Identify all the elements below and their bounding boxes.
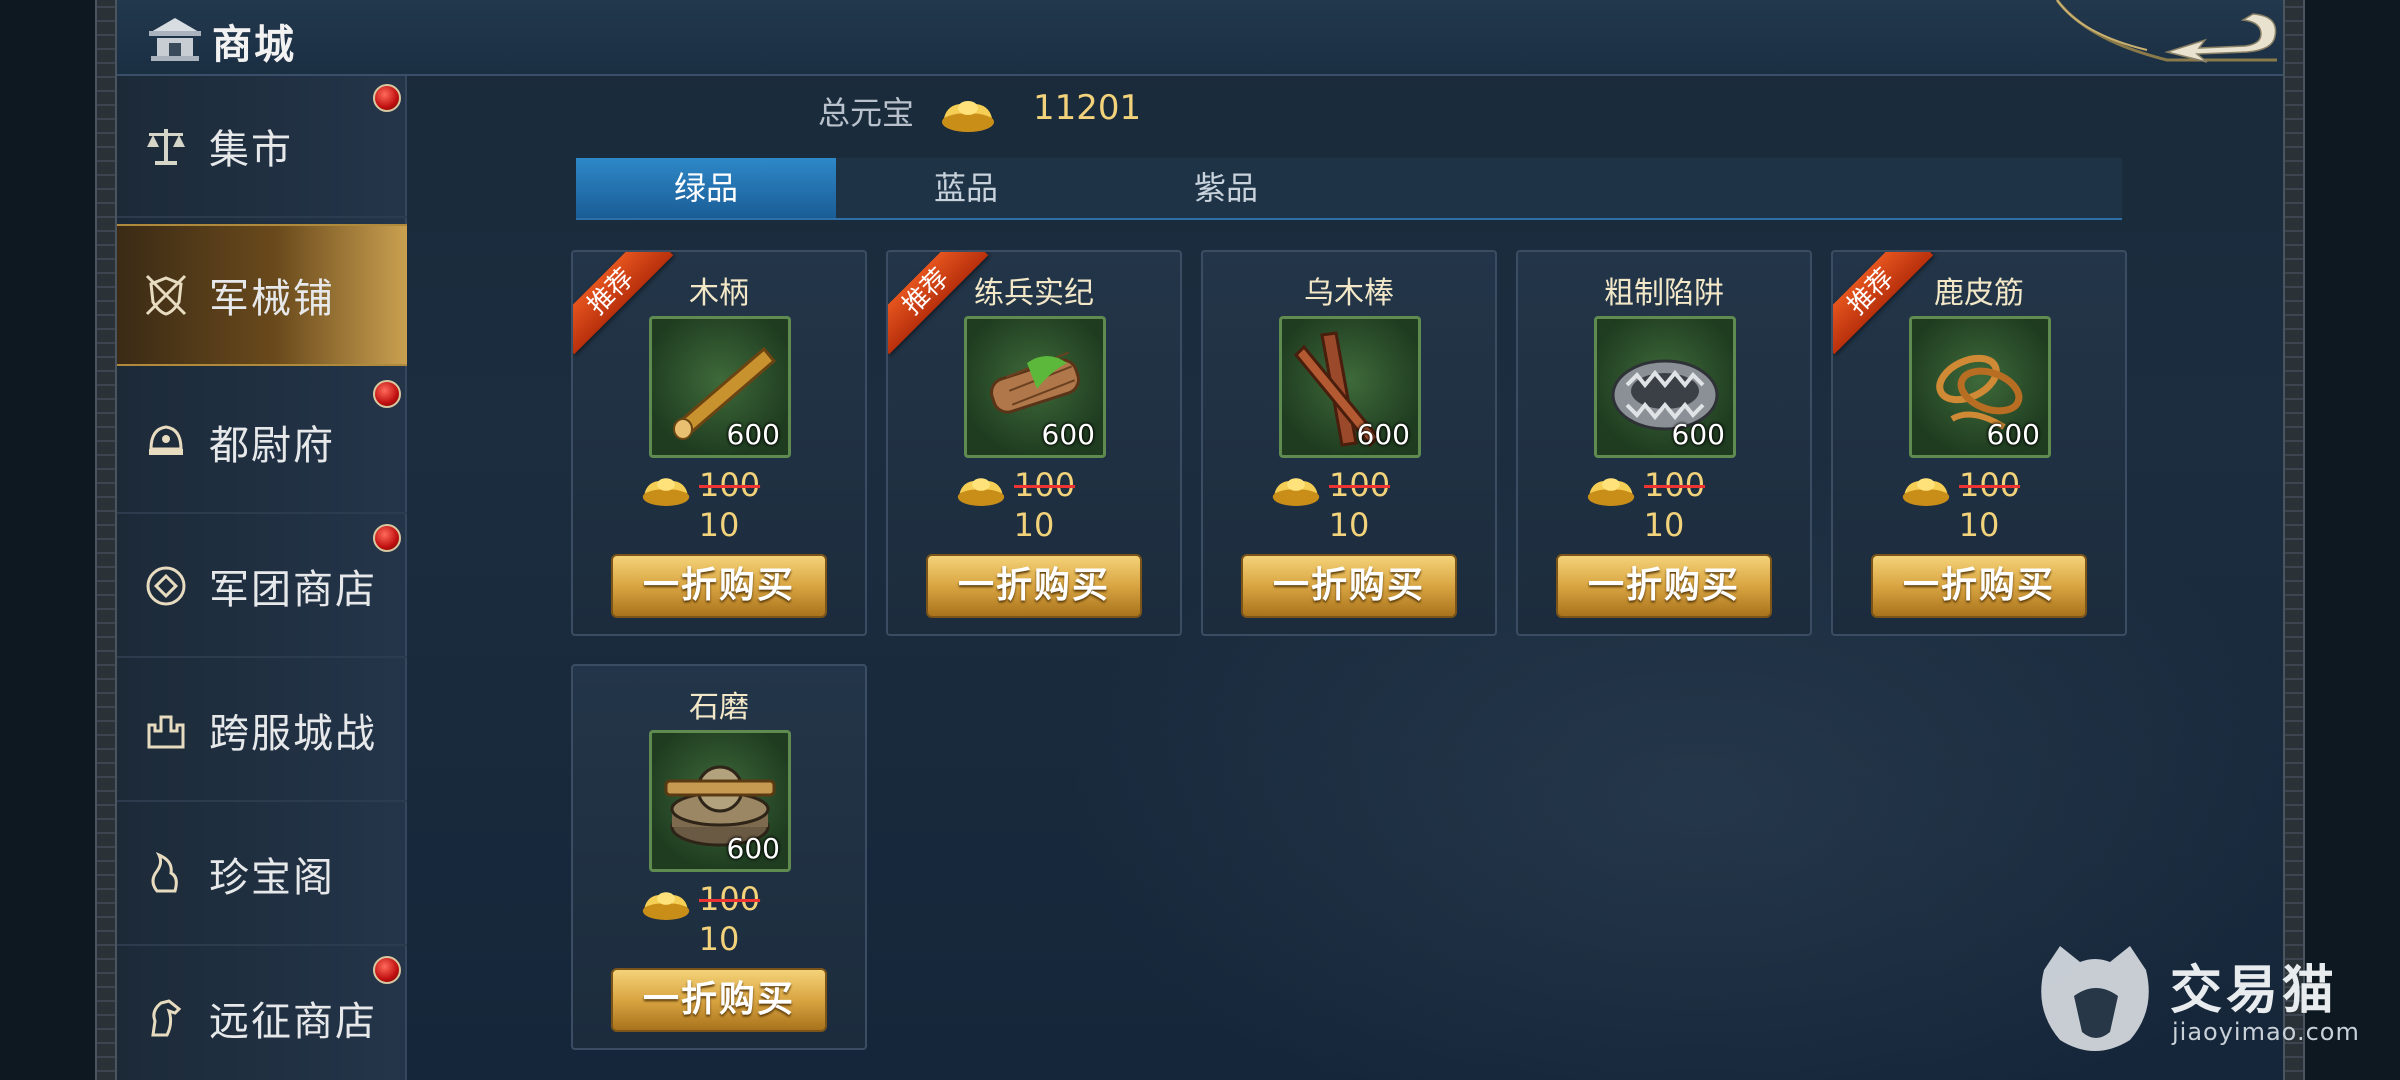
item-count: 600 bbox=[1356, 418, 1410, 451]
item-card: 石磨 600 100 10 一折购买 bbox=[571, 664, 867, 1050]
castle-icon bbox=[147, 715, 185, 749]
horse-icon bbox=[151, 999, 182, 1037]
sidebar-item-label: 军械铺 bbox=[209, 276, 335, 322]
sidebar-item-label: 军团商店 bbox=[209, 567, 377, 613]
original-price: 100 bbox=[699, 466, 761, 504]
original-price: 100 bbox=[1014, 466, 1076, 504]
scale-icon bbox=[147, 129, 185, 165]
sidebar-item-expedition-shop[interactable]: 远征商店 bbox=[117, 948, 407, 1080]
discount-price: 10 bbox=[698, 920, 740, 958]
gold-ingot-icon bbox=[642, 892, 690, 920]
item-slot[interactable]: 600 bbox=[649, 316, 791, 458]
item-slot[interactable]: 600 bbox=[964, 316, 1106, 458]
notification-badge bbox=[373, 84, 401, 112]
shop-header: 商城 bbox=[117, 0, 2283, 76]
sidebar-item-armory[interactable]: 军械铺 bbox=[117, 224, 407, 366]
original-price: 100 bbox=[1329, 466, 1391, 504]
sidebar-item-duwei[interactable]: 都尉府 bbox=[117, 372, 407, 514]
back-button[interactable] bbox=[2047, 0, 2283, 76]
item-count: 600 bbox=[726, 418, 780, 451]
gold-ingot-icon bbox=[1587, 478, 1635, 506]
item-card: 粗制陷阱 600 100 10 一折购买 bbox=[1516, 250, 1812, 636]
discount-price: 10 bbox=[1958, 506, 2000, 544]
item-name: 石磨 bbox=[689, 690, 749, 725]
item-card: 推荐 鹿皮筋 600 100 10 一折购买 bbox=[1831, 250, 2127, 636]
item-name: 粗制陷阱 bbox=[1604, 276, 1724, 311]
gold-ingot-icon bbox=[1272, 478, 1320, 506]
total-yuanbao-label: 总元宝 bbox=[818, 94, 915, 132]
tab-green[interactable]: 绿品 bbox=[576, 158, 836, 218]
back-arrow-icon bbox=[2055, 0, 2277, 63]
buy-discount-button[interactable]: 一折购买 bbox=[926, 554, 1142, 618]
item-slot[interactable]: 600 bbox=[1279, 316, 1421, 458]
item-card: 推荐 木柄 600 100 10 一折购买 bbox=[571, 250, 867, 636]
notification-badge bbox=[373, 524, 401, 552]
item-card: 乌木棒 600 100 10 一折购买 bbox=[1201, 250, 1497, 636]
shop-sidebar: 集市 军械铺 都尉府 军团商店 跨服城战 珍宝阁 远征商店 bbox=[117, 76, 407, 1080]
item-count: 600 bbox=[726, 832, 780, 865]
coin-icon bbox=[146, 566, 186, 606]
gold-ingot-icon bbox=[942, 101, 994, 132]
item-slot[interactable]: 600 bbox=[1909, 316, 2051, 458]
item-count: 600 bbox=[1041, 418, 1095, 451]
item-name: 练兵实纪 bbox=[974, 276, 1094, 311]
right-ornamental-border bbox=[2283, 0, 2305, 1080]
item-count: 600 bbox=[1986, 418, 2040, 451]
gold-ingot-icon bbox=[1902, 478, 1950, 506]
discount-price: 10 bbox=[1328, 506, 1370, 544]
notification-badge bbox=[373, 380, 401, 408]
game-shop-screen: 商城 集市 军械铺 都尉府 军团商店 跨服城战 珍宝阁 远征商店 总元宝 112… bbox=[0, 0, 2400, 1080]
total-yuanbao-value: 11201 bbox=[1033, 88, 1142, 128]
item-slot[interactable]: 600 bbox=[1594, 316, 1736, 458]
item-name: 木柄 bbox=[689, 276, 749, 311]
gold-ingot-icon bbox=[642, 478, 690, 506]
discount-price: 10 bbox=[1013, 506, 1055, 544]
sidebar-item-cross-server-war[interactable]: 跨服城战 bbox=[117, 660, 407, 802]
buy-discount-button[interactable]: 一折购买 bbox=[1556, 554, 1772, 618]
buy-discount-button[interactable]: 一折购买 bbox=[1871, 554, 2087, 618]
helmet-icon bbox=[149, 425, 183, 455]
notification-badge bbox=[373, 956, 401, 984]
sidebar-item-market[interactable]: 集市 bbox=[117, 76, 407, 218]
original-price: 100 bbox=[1959, 466, 2021, 504]
tab-purple[interactable]: 紫品 bbox=[1096, 158, 1356, 218]
item-slot[interactable]: 600 bbox=[649, 730, 791, 872]
sidebar-item-treasure-pavilion[interactable]: 珍宝阁 bbox=[117, 804, 407, 946]
gold-ingot-icon bbox=[957, 478, 1005, 506]
buy-discount-button[interactable]: 一折购买 bbox=[611, 968, 827, 1032]
buy-discount-button[interactable]: 一折购买 bbox=[1241, 554, 1457, 618]
sidebar-item-label: 都尉府 bbox=[209, 423, 335, 469]
left-letterbox bbox=[0, 0, 95, 1080]
right-letterbox bbox=[2305, 0, 2400, 1080]
sidebar-item-label: 珍宝阁 bbox=[209, 855, 335, 901]
sidebar-item-label: 远征商店 bbox=[209, 999, 377, 1045]
watermark-url: jiaoyimao.com bbox=[2172, 1018, 2360, 1046]
item-card: 推荐 练兵实纪 600 100 10 一折购买 bbox=[886, 250, 1182, 636]
item-count: 600 bbox=[1671, 418, 1725, 451]
buy-discount-button[interactable]: 一折购买 bbox=[611, 554, 827, 618]
treasure-icon bbox=[151, 852, 178, 893]
sidebar-item-label: 集市 bbox=[209, 127, 293, 173]
left-ornamental-border bbox=[95, 0, 117, 1080]
shop-building-icon bbox=[149, 18, 201, 61]
quality-tab-bar: 绿品 蓝品 紫品 bbox=[576, 158, 2122, 220]
sidebar-item-label: 跨服城战 bbox=[209, 711, 377, 757]
discount-price: 10 bbox=[1643, 506, 1685, 544]
page-title: 商城 bbox=[212, 22, 296, 68]
discount-price: 10 bbox=[698, 506, 740, 544]
shield-swords-icon bbox=[145, 274, 187, 316]
original-price: 100 bbox=[699, 880, 761, 918]
tab-blue[interactable]: 蓝品 bbox=[836, 158, 1096, 218]
original-price: 100 bbox=[1644, 466, 1706, 504]
watermark-brand: 交易猫 bbox=[2170, 961, 2339, 1021]
item-name: 乌木棒 bbox=[1304, 276, 1394, 311]
cat-logo-icon bbox=[2041, 946, 2149, 1051]
item-name: 鹿皮筋 bbox=[1934, 276, 2024, 311]
sidebar-item-legion-shop[interactable]: 军团商店 bbox=[117, 516, 407, 658]
